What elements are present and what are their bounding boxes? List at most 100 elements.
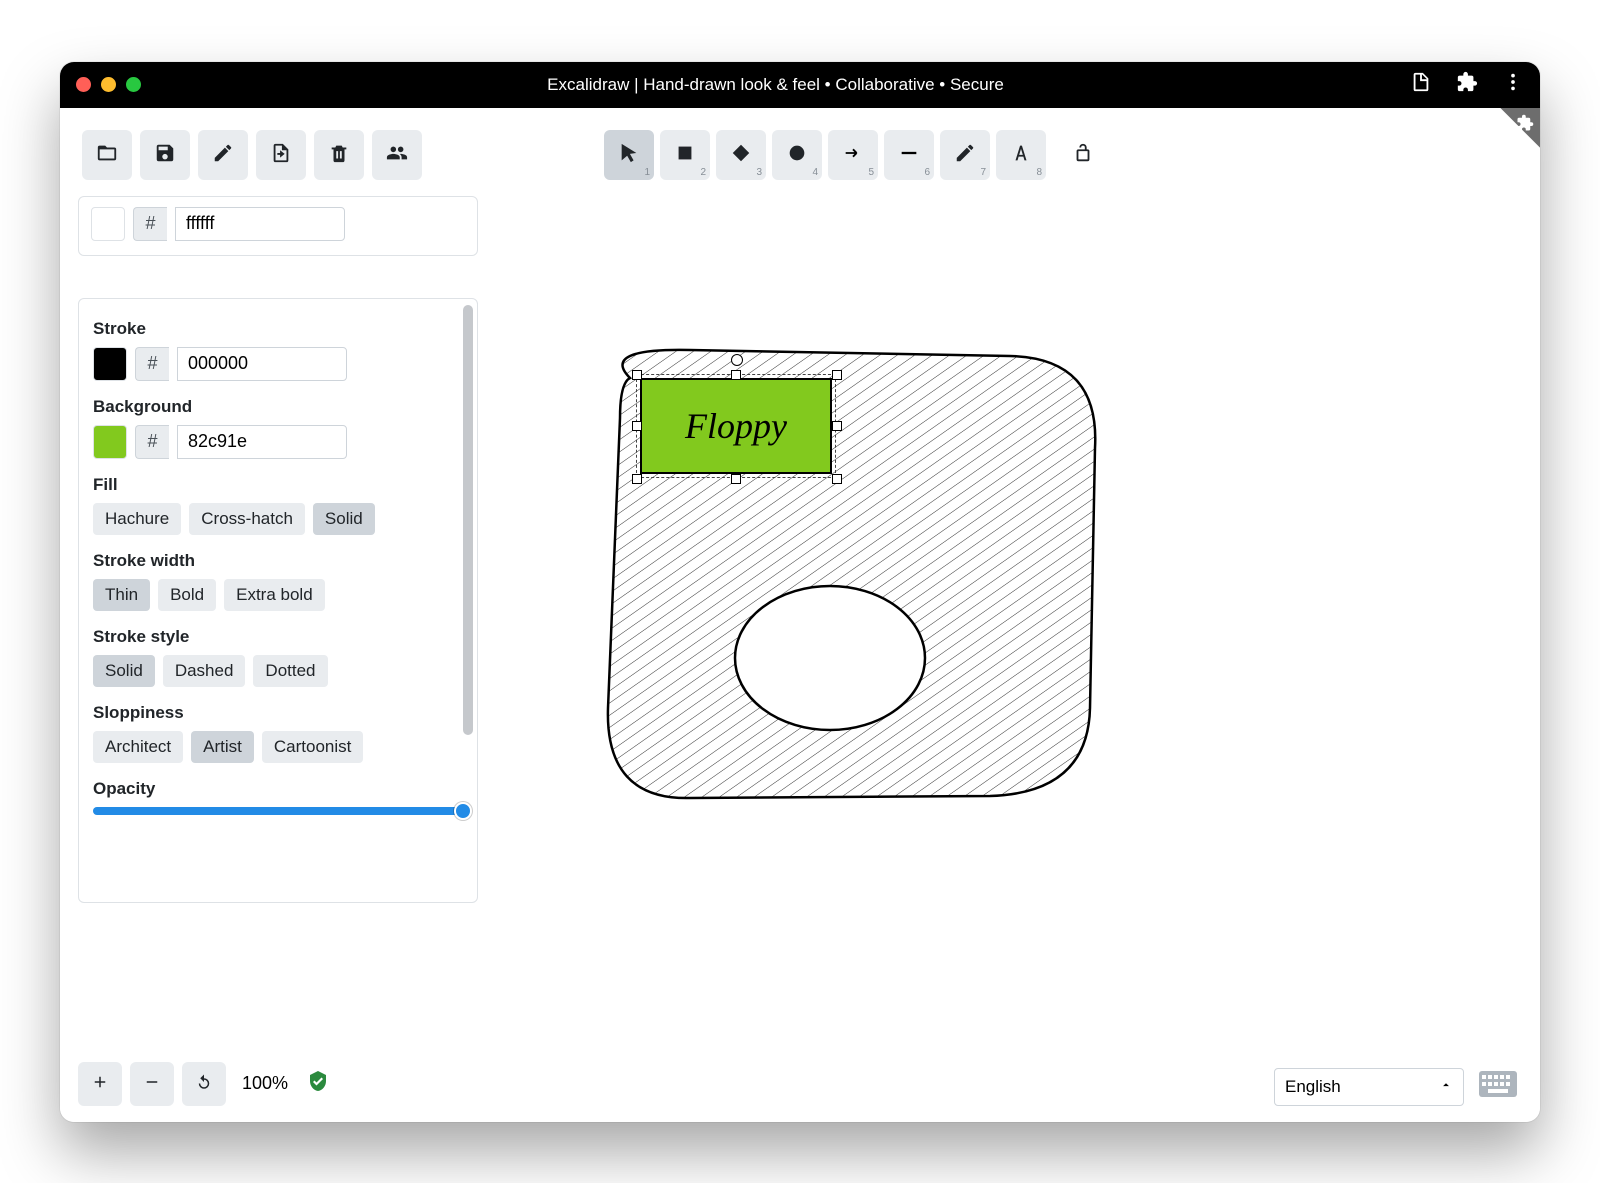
stroke-width-extra-bold[interactable]: Extra bold [224,579,325,611]
reset-icon [195,1073,213,1094]
app-window: Excalidraw | Hand-drawn look & feel • Co… [60,62,1540,1122]
floppy-label-shape[interactable]: Floppy [640,378,832,474]
tool-number: 6 [924,167,930,178]
export-icon [270,142,292,167]
window-title: Excalidraw | Hand-drawn look & feel • Co… [141,75,1410,95]
line-icon [898,142,920,167]
resize-handle-se[interactable] [832,474,842,484]
diamond-icon [730,142,752,167]
chevron-up-icon [1439,1077,1453,1097]
language-current: English [1285,1077,1341,1097]
fill-hachure[interactable]: Hachure [93,503,181,535]
maximize-window-button[interactable] [126,77,141,92]
rectangle-tool[interactable]: 2 [660,130,710,180]
save-as-button[interactable] [198,130,248,180]
stroke-width-thin[interactable]: Thin [93,579,150,611]
app-body: # 1 2 3 4 5 6 7 8 Stroke # [60,108,1540,1122]
resize-handle-ne[interactable] [832,370,842,380]
document-icon[interactable] [1410,71,1432,98]
more-icon[interactable] [1502,71,1524,98]
extension-icon[interactable] [1456,71,1478,98]
draw-tool[interactable]: 7 [940,130,990,180]
stroke-style-label: Stroke style [93,627,463,647]
language-select[interactable]: English [1274,1068,1464,1106]
pencil-icon [954,142,976,167]
zoom-controls: 100% [78,1062,330,1106]
canvas-bg-swatch[interactable] [91,207,125,241]
cursor-icon [618,142,640,167]
background-color-swatch[interactable] [93,425,127,459]
unlock-icon [1072,142,1094,167]
text-tool[interactable]: 8 [996,130,1046,180]
zoom-in-button[interactable] [78,1062,122,1106]
resize-handle-e[interactable] [832,421,842,431]
stroke-color-swatch[interactable] [93,347,127,381]
background-label: Background [93,397,463,417]
diamond-tool[interactable]: 3 [716,130,766,180]
save-edit-icon [212,142,234,167]
stroke-width-bold[interactable]: Bold [158,579,216,611]
traffic-lights [76,77,141,92]
github-corner[interactable] [1484,108,1540,164]
stroke-style-dotted[interactable]: Dotted [253,655,327,687]
stroke-hex-input[interactable] [177,347,347,381]
arrow-icon [842,142,864,167]
circle-icon [786,142,808,167]
minimize-window-button[interactable] [101,77,116,92]
tool-number: 8 [1036,167,1042,178]
hash-label: # [133,207,167,241]
rotation-handle[interactable] [731,354,743,366]
resize-handle-nw[interactable] [632,370,642,380]
tool-number: 4 [812,167,818,178]
collaborate-button[interactable] [372,130,422,180]
open-button[interactable] [82,130,132,180]
tool-number: 2 [700,167,706,178]
text-icon [1010,142,1032,167]
keyboard-shortcuts-button[interactable] [1478,1070,1518,1103]
hash-label: # [135,425,169,459]
stroke-style-solid[interactable]: Solid [93,655,155,687]
resize-handle-n[interactable] [731,370,741,380]
export-button[interactable] [256,130,306,180]
shape-toolbar: 1 2 3 4 5 6 7 8 [600,126,1112,184]
sloppiness-cartoonist[interactable]: Cartoonist [262,731,363,763]
file-toolbar [78,126,426,184]
sloppiness-architect[interactable]: Architect [93,731,183,763]
resize-handle-sw[interactable] [632,474,642,484]
line-tool[interactable]: 6 [884,130,934,180]
fill-cross-hatch[interactable]: Cross-hatch [189,503,305,535]
clear-canvas-button[interactable] [314,130,364,180]
fill-solid[interactable]: Solid [313,503,375,535]
trash-icon [328,142,350,167]
arrow-tool[interactable]: 5 [828,130,878,180]
stroke-label: Stroke [93,319,463,339]
encryption-shield-icon[interactable] [306,1069,330,1098]
canvas-background-panel: # [78,196,478,256]
tool-number: 7 [980,167,986,178]
resize-handle-w[interactable] [632,421,642,431]
plus-icon [91,1073,109,1094]
save-button[interactable] [140,130,190,180]
fill-label: Fill [93,475,463,495]
lock-tool-toggle[interactable] [1058,130,1108,180]
stroke-style-dashed[interactable]: Dashed [163,655,246,687]
opacity-label: Opacity [93,779,463,799]
ellipse-tool[interactable]: 4 [772,130,822,180]
resize-handle-s[interactable] [731,474,741,484]
hash-label: # [135,347,169,381]
close-window-button[interactable] [76,77,91,92]
canvas-bg-hex-input[interactable] [175,207,345,241]
sloppiness-artist[interactable]: Artist [191,731,254,763]
zoom-reset-button[interactable] [182,1062,226,1106]
background-hex-input[interactable] [177,425,347,459]
zoom-out-button[interactable] [130,1062,174,1106]
titlebar: Excalidraw | Hand-drawn look & feel • Co… [60,62,1540,108]
properties-panel[interactable]: Stroke # Background # Fill Hachure [78,298,478,903]
tool-number: 1 [644,167,650,178]
canvas[interactable]: Floppy [500,198,1520,1042]
slider-thumb[interactable] [454,802,472,820]
selection-tool[interactable]: 1 [604,130,654,180]
opacity-slider[interactable] [93,807,463,815]
minus-icon [143,1073,161,1094]
zoom-level: 100% [242,1073,288,1094]
